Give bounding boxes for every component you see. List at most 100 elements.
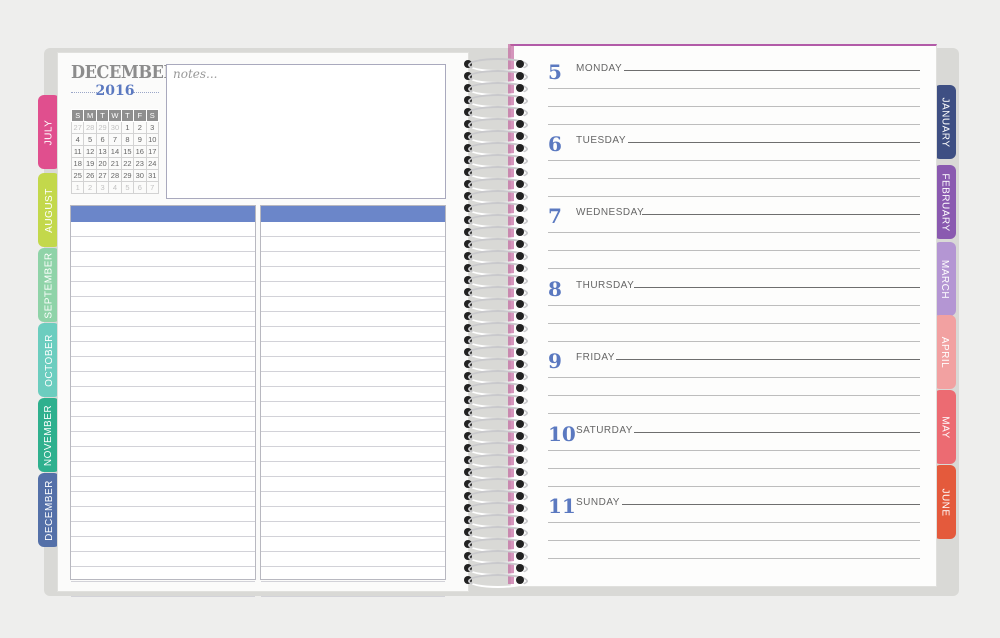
writing-line[interactable] bbox=[548, 522, 920, 523]
list-line[interactable] bbox=[71, 237, 255, 252]
list-line[interactable] bbox=[261, 522, 445, 537]
writing-line[interactable] bbox=[548, 88, 920, 89]
list-line[interactable] bbox=[71, 507, 255, 522]
tab-april[interactable]: APRIL bbox=[934, 315, 956, 389]
writing-line[interactable] bbox=[548, 540, 920, 541]
day-block-saturday[interactable]: 10 SATURDAY bbox=[548, 422, 920, 494]
list-line[interactable] bbox=[261, 417, 445, 432]
writing-line[interactable] bbox=[548, 124, 920, 125]
list-line[interactable] bbox=[261, 357, 445, 372]
spiral-coil bbox=[462, 178, 530, 192]
list-line[interactable] bbox=[261, 477, 445, 492]
writing-line[interactable] bbox=[548, 106, 920, 107]
spiral-coil bbox=[462, 106, 530, 120]
writing-line[interactable] bbox=[548, 486, 920, 487]
list-line[interactable] bbox=[261, 387, 445, 402]
calendar-day: 3 bbox=[145, 121, 160, 134]
day-name: TUESDAY bbox=[576, 135, 626, 146]
tab-january[interactable]: JANUARY bbox=[934, 85, 956, 159]
list-line[interactable] bbox=[71, 567, 255, 582]
calendar-day: 29 bbox=[120, 169, 135, 182]
spiral-coil bbox=[462, 190, 530, 204]
day-block-tuesday[interactable]: 6 TUESDAY bbox=[548, 132, 920, 204]
writing-line[interactable] bbox=[548, 468, 920, 469]
list-line[interactable] bbox=[261, 252, 445, 267]
list-line[interactable] bbox=[261, 432, 445, 447]
tab-june[interactable]: JUNE bbox=[934, 465, 956, 539]
list-line[interactable] bbox=[71, 447, 255, 462]
lined-list-right[interactable] bbox=[260, 205, 446, 597]
list-line[interactable] bbox=[71, 432, 255, 447]
punch-hole bbox=[516, 528, 524, 536]
list-line[interactable] bbox=[71, 462, 255, 477]
list-line[interactable] bbox=[71, 327, 255, 342]
notes-box[interactable]: notes... bbox=[166, 64, 446, 199]
tab-may[interactable]: MAY bbox=[934, 390, 956, 464]
list-line[interactable] bbox=[261, 237, 445, 252]
writing-line[interactable] bbox=[548, 413, 920, 414]
list-line[interactable] bbox=[71, 417, 255, 432]
list-line[interactable] bbox=[71, 312, 255, 327]
day-block-wednesday[interactable]: 7 WEDNESDAY bbox=[548, 204, 920, 276]
writing-line[interactable] bbox=[548, 178, 920, 179]
writing-line[interactable] bbox=[548, 450, 920, 451]
writing-line[interactable] bbox=[548, 250, 920, 251]
day-block-monday[interactable]: 5 MONDAY bbox=[548, 60, 920, 132]
day-block-sunday[interactable]: 11 SUNDAY bbox=[548, 494, 920, 566]
list-line[interactable] bbox=[261, 537, 445, 552]
list-line[interactable] bbox=[261, 582, 445, 597]
list-line[interactable] bbox=[71, 582, 255, 597]
weekday-header: F bbox=[133, 109, 147, 122]
day-title-rule bbox=[628, 142, 920, 143]
list-line[interactable] bbox=[71, 492, 255, 507]
list-line[interactable] bbox=[71, 297, 255, 312]
list-line[interactable] bbox=[71, 552, 255, 567]
list-line[interactable] bbox=[71, 267, 255, 282]
punch-hole bbox=[516, 408, 524, 416]
spiral-coil bbox=[462, 202, 530, 216]
writing-line[interactable] bbox=[548, 232, 920, 233]
list-line[interactable] bbox=[71, 342, 255, 357]
list-line[interactable] bbox=[261, 567, 445, 582]
list-line[interactable] bbox=[261, 267, 445, 282]
writing-line[interactable] bbox=[548, 341, 920, 342]
calendar-day: 7 bbox=[108, 133, 122, 146]
list-line[interactable] bbox=[261, 447, 445, 462]
list-line[interactable] bbox=[261, 312, 445, 327]
list-line[interactable] bbox=[71, 252, 255, 267]
day-title-rule bbox=[622, 504, 920, 505]
list-line[interactable] bbox=[71, 282, 255, 297]
list-line[interactable] bbox=[261, 402, 445, 417]
writing-line[interactable] bbox=[548, 160, 920, 161]
list-line[interactable] bbox=[71, 522, 255, 537]
list-line[interactable] bbox=[261, 342, 445, 357]
day-block-friday[interactable]: 9 FRIDAY bbox=[548, 349, 920, 421]
writing-line[interactable] bbox=[548, 558, 920, 559]
list-line[interactable] bbox=[261, 282, 445, 297]
list-line[interactable] bbox=[261, 297, 445, 312]
list-line[interactable] bbox=[261, 552, 445, 567]
tab-march[interactable]: MARCH bbox=[934, 242, 956, 316]
writing-line[interactable] bbox=[548, 395, 920, 396]
list-line[interactable] bbox=[71, 387, 255, 402]
list-line[interactable] bbox=[71, 372, 255, 387]
lined-list-left[interactable] bbox=[70, 205, 256, 597]
list-line[interactable] bbox=[261, 372, 445, 387]
list-line[interactable] bbox=[261, 462, 445, 477]
writing-line[interactable] bbox=[548, 377, 920, 378]
list-line[interactable] bbox=[261, 222, 445, 237]
list-line[interactable] bbox=[71, 477, 255, 492]
list-line[interactable] bbox=[71, 402, 255, 417]
writing-line[interactable] bbox=[548, 196, 920, 197]
list-line[interactable] bbox=[261, 492, 445, 507]
day-block-thursday[interactable]: 8 THURSDAY bbox=[548, 277, 920, 349]
list-line[interactable] bbox=[261, 327, 445, 342]
list-line[interactable] bbox=[71, 222, 255, 237]
writing-line[interactable] bbox=[548, 323, 920, 324]
writing-line[interactable] bbox=[548, 268, 920, 269]
writing-line[interactable] bbox=[548, 305, 920, 306]
list-line[interactable] bbox=[71, 357, 255, 372]
tab-february[interactable]: FEBRUARY bbox=[934, 165, 956, 239]
list-line[interactable] bbox=[71, 537, 255, 552]
list-line[interactable] bbox=[261, 507, 445, 522]
